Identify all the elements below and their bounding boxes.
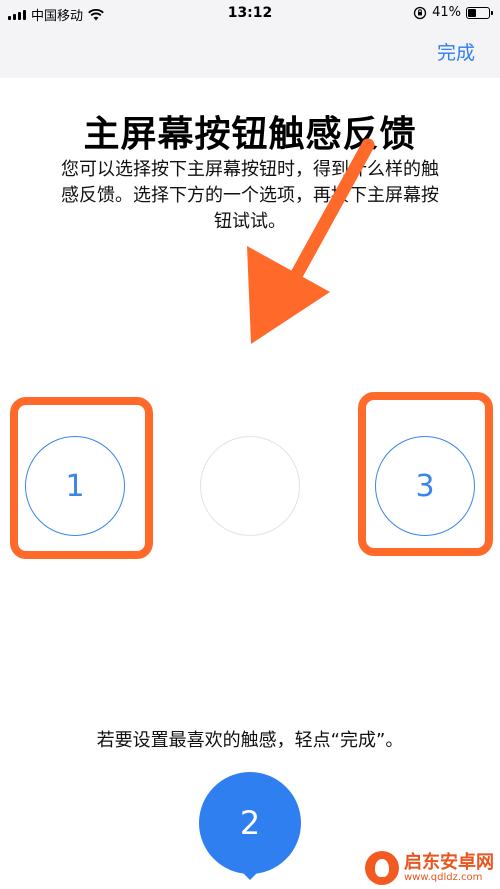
option-1[interactable]: 1 xyxy=(25,436,125,536)
option-3[interactable]: 3 xyxy=(375,436,475,536)
watermark: 启东安卓网 www.qdldz.com xyxy=(365,851,494,885)
selected-option-indicator: 2 xyxy=(199,772,301,874)
instruction-text: 若要设置最喜欢的触感，轻点“完成”。 xyxy=(96,730,404,751)
watermark-logo-icon xyxy=(365,851,399,885)
selected-option-pointer xyxy=(240,870,260,880)
watermark-name: 启东安卓网 xyxy=(404,851,494,873)
watermark-text: 启东安卓网 www.qdldz.com xyxy=(404,851,494,884)
watermark-url: www.qdldz.com xyxy=(404,872,483,884)
option-2[interactable] xyxy=(200,436,300,536)
